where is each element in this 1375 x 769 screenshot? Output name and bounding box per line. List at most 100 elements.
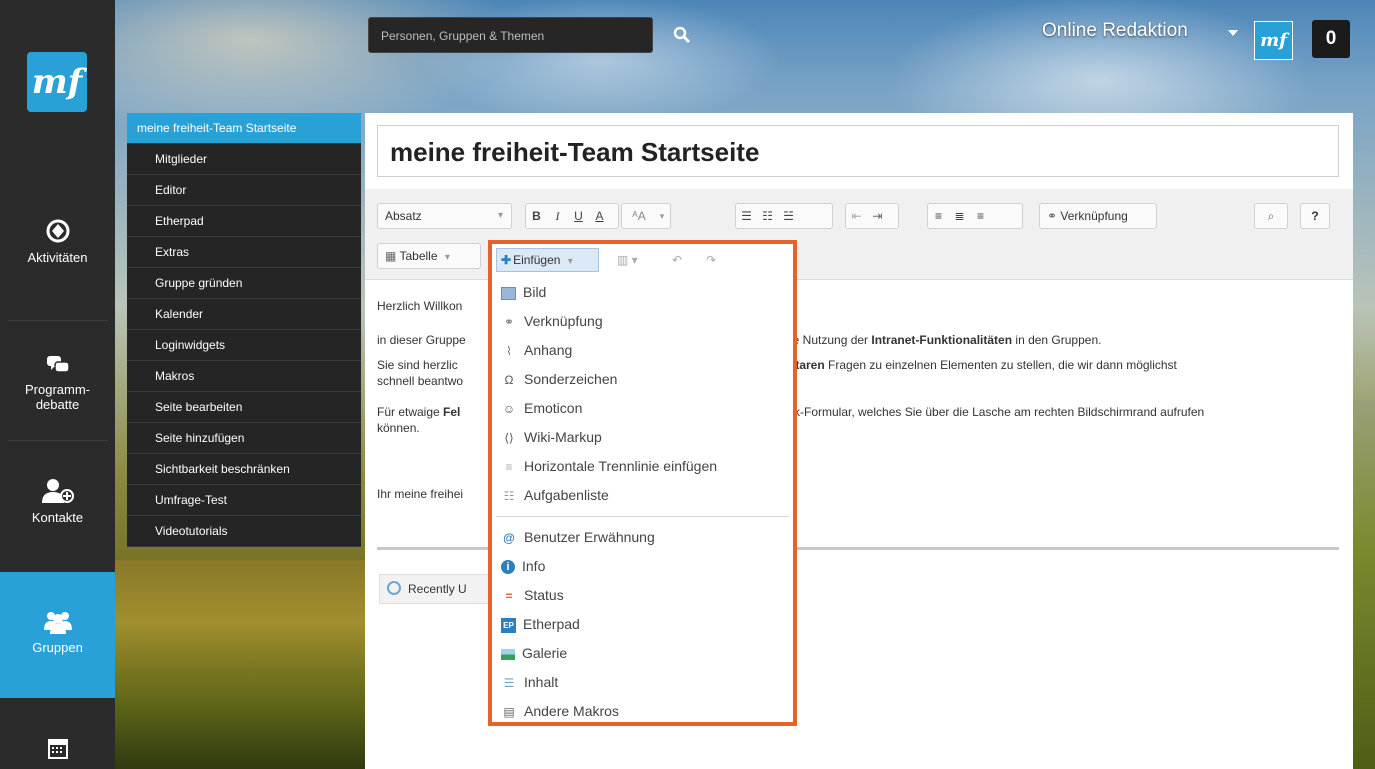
bullet-list-icon[interactable]: ☰ xyxy=(736,209,757,223)
background-field xyxy=(115,560,365,769)
insert-menu-item-bild[interactable]: Bild xyxy=(492,278,793,307)
page-menu-item[interactable]: Kalender xyxy=(127,299,361,330)
avatar[interactable]: mf xyxy=(1254,21,1293,60)
underline-button[interactable]: U xyxy=(568,209,589,223)
page-menu-item[interactable]: Seite bearbeiten xyxy=(127,392,361,423)
page-menu-item[interactable]: meine freiheit-Team Startseite xyxy=(127,113,361,144)
body-text: ck-Formular, welches Sie über die Lasche… xyxy=(788,405,1205,419)
body-paragraph: Ihr meine freihei xyxy=(377,487,464,501)
body-text: ie Nutzung der Intranet-Funktionalitäten… xyxy=(790,333,1102,347)
insert-menu-item-emoticon[interactable]: ☺ Emoticon xyxy=(492,394,793,423)
insert-menu-item-anhang[interactable]: ⌇ Anhang xyxy=(492,336,793,365)
italic-button[interactable]: I xyxy=(547,209,568,224)
page-menu-item[interactable]: Mitglieder xyxy=(127,144,361,175)
nav-divider xyxy=(8,320,108,321)
chevron-down-icon: ▾ xyxy=(659,210,665,221)
redo-button[interactable]: ↷ xyxy=(706,248,716,272)
align-left-icon[interactable]: ≡ xyxy=(928,209,949,223)
user-menu[interactable]: Online Redaktion xyxy=(1042,20,1188,42)
page-menu-item[interactable]: Umfrage-Test xyxy=(127,485,361,516)
search-icon[interactable] xyxy=(673,26,691,44)
chevron-down-icon: ▾ xyxy=(444,252,450,263)
info-icon: i xyxy=(501,560,515,575)
omega-icon: Ω xyxy=(504,373,514,388)
nav-divider xyxy=(8,440,108,441)
search-input[interactable]: Personen, Gruppen & Themen xyxy=(368,17,653,53)
insert-menu-item-info[interactable]: i Info xyxy=(492,552,793,581)
page-menu-item[interactable]: Makros xyxy=(127,361,361,392)
insert-menu-item-inhalt[interactable]: ☰ Inhalt xyxy=(492,668,793,697)
insert-menu-item-verknuepfung[interactable]: ⚭ Verknüpfung xyxy=(492,307,793,336)
insert-menu-item-status[interactable]: = Status xyxy=(492,581,793,610)
app-logo[interactable]: mf xyxy=(27,52,87,112)
nav-item-gruppen[interactable]: Gruppen xyxy=(0,572,115,698)
task-list-icon[interactable]: ☱ xyxy=(778,209,799,223)
recently-updated-button[interactable]: Recently U xyxy=(379,574,489,604)
toc-icon: ☰ xyxy=(503,676,515,691)
insert-menu-item-benutzer-erwaehnung[interactable]: @ Benutzer Erwähnung xyxy=(492,523,793,552)
indent-group: ⇤ ⇥ xyxy=(845,203,899,229)
nav-item-aktivitaeten[interactable]: Aktivitäten xyxy=(0,218,115,265)
page-menu-item[interactable]: Etherpad xyxy=(127,206,361,237)
insert-button[interactable]: ✚ Einfügen ▾ xyxy=(496,248,599,272)
help-button[interactable]: ? xyxy=(1300,203,1330,229)
link-icon: ⚭ xyxy=(503,315,515,330)
page-menu-item[interactable]: Sichtbarkeit beschränken xyxy=(127,454,361,485)
align-group: ≡ ≣ ≡ xyxy=(927,203,1023,229)
notification-badge[interactable]: 0 xyxy=(1312,20,1350,58)
redo-icon: ↷ xyxy=(706,253,717,267)
table-button[interactable]: ▦ Tabelle ▾ xyxy=(377,243,481,269)
align-right-icon[interactable]: ≡ xyxy=(970,209,991,223)
link-button[interactable]: ⚭ Verknüpfung xyxy=(1039,203,1157,229)
menu-separator xyxy=(496,516,789,517)
font-size-label: ᴬA xyxy=(632,209,646,223)
insert-menu-item-wiki-markup[interactable]: ⟨⟩ Wiki-Markup xyxy=(492,423,793,452)
align-center-icon[interactable]: ≣ xyxy=(949,209,970,223)
chevron-down-icon: ▾ xyxy=(567,256,573,267)
nav-item-programmdebatte[interactable]: Programm- debatte xyxy=(0,354,115,412)
layout-button[interactable]: ▥ ▾ xyxy=(617,248,638,272)
insert-menu-item-galerie[interactable]: Galerie xyxy=(492,639,793,668)
table-button-label: Tabelle xyxy=(399,249,438,263)
page-actions-menu: meine freiheit-Team Startseite Mitgliede… xyxy=(127,113,361,547)
insert-menu-item-andere-makros[interactable]: ▤ Andere Makros xyxy=(492,697,793,726)
page-menu-item[interactable]: Seite hinzufügen xyxy=(127,423,361,454)
insert-menu-item-sonderzeichen[interactable]: Ω Sonderzeichen xyxy=(492,365,793,394)
undo-button[interactable]: ↶ xyxy=(672,248,682,272)
plus-icon: ✚ xyxy=(501,253,512,267)
page-menu-item[interactable]: Extras xyxy=(127,237,361,268)
find-replace-button[interactable]: ⌕ xyxy=(1254,203,1288,229)
font-size-select[interactable]: ᴬA ▾ xyxy=(621,203,671,229)
body-paragraph: schnell beantwo xyxy=(377,374,464,388)
bold-button[interactable]: B xyxy=(526,209,547,223)
body-paragraph: können. xyxy=(377,421,420,435)
page-menu-item[interactable]: Gruppe gründen xyxy=(127,268,361,299)
body-paragraph: in dieser Gruppe ie Nutzung der Intranet… xyxy=(377,333,1101,347)
binoculars-icon: ⌕ xyxy=(1267,209,1275,223)
page-menu-item[interactable]: Editor xyxy=(127,175,361,206)
insert-menu-item-aufgabenliste[interactable]: ☷ Aufgabenliste xyxy=(492,481,793,510)
calendar-icon xyxy=(47,739,68,759)
insert-menu-item-etherpad[interactable]: EP Etherpad xyxy=(492,610,793,639)
macros-icon: ▤ xyxy=(503,705,515,720)
page-title-input[interactable]: meine freiheit-Team Startseite xyxy=(377,125,1339,177)
page-menu-item[interactable]: Loginwidgets xyxy=(127,330,361,361)
chevron-down-icon: ▾ xyxy=(497,210,503,221)
columns-icon: ▥ ▾ xyxy=(617,253,638,267)
page-menu-item[interactable]: Videotutorials xyxy=(127,516,361,547)
font-color-button[interactable]: A xyxy=(589,209,610,223)
etherpad-icon: EP xyxy=(501,617,516,633)
groups-icon xyxy=(43,612,72,634)
link-icon: ⚭ xyxy=(1047,209,1058,223)
nav-item-kalender[interactable] xyxy=(0,736,115,766)
outdent-icon[interactable]: ⇤ xyxy=(846,209,867,223)
paragraph-style-select[interactable]: Absatz ▾ xyxy=(377,203,512,229)
numbered-list-icon[interactable]: ☷ xyxy=(757,209,778,223)
nav-label-gruppen: Gruppen xyxy=(32,640,83,655)
indent-icon[interactable]: ⇥ xyxy=(867,209,888,223)
chevron-down-icon[interactable] xyxy=(1228,30,1238,36)
smiley-icon: ☺ xyxy=(502,402,516,417)
insert-menu-item-trennlinie[interactable]: ≡ Horizontale Trennlinie einfügen xyxy=(492,452,793,481)
insert-menu-dropdown: ✚ Einfügen ▾ ▥ ▾ ↶ ↷ Bild ⚭ Verknüpfung ⌇ A… xyxy=(488,240,797,726)
nav-item-kontakte[interactable]: Kontakte xyxy=(0,478,115,525)
